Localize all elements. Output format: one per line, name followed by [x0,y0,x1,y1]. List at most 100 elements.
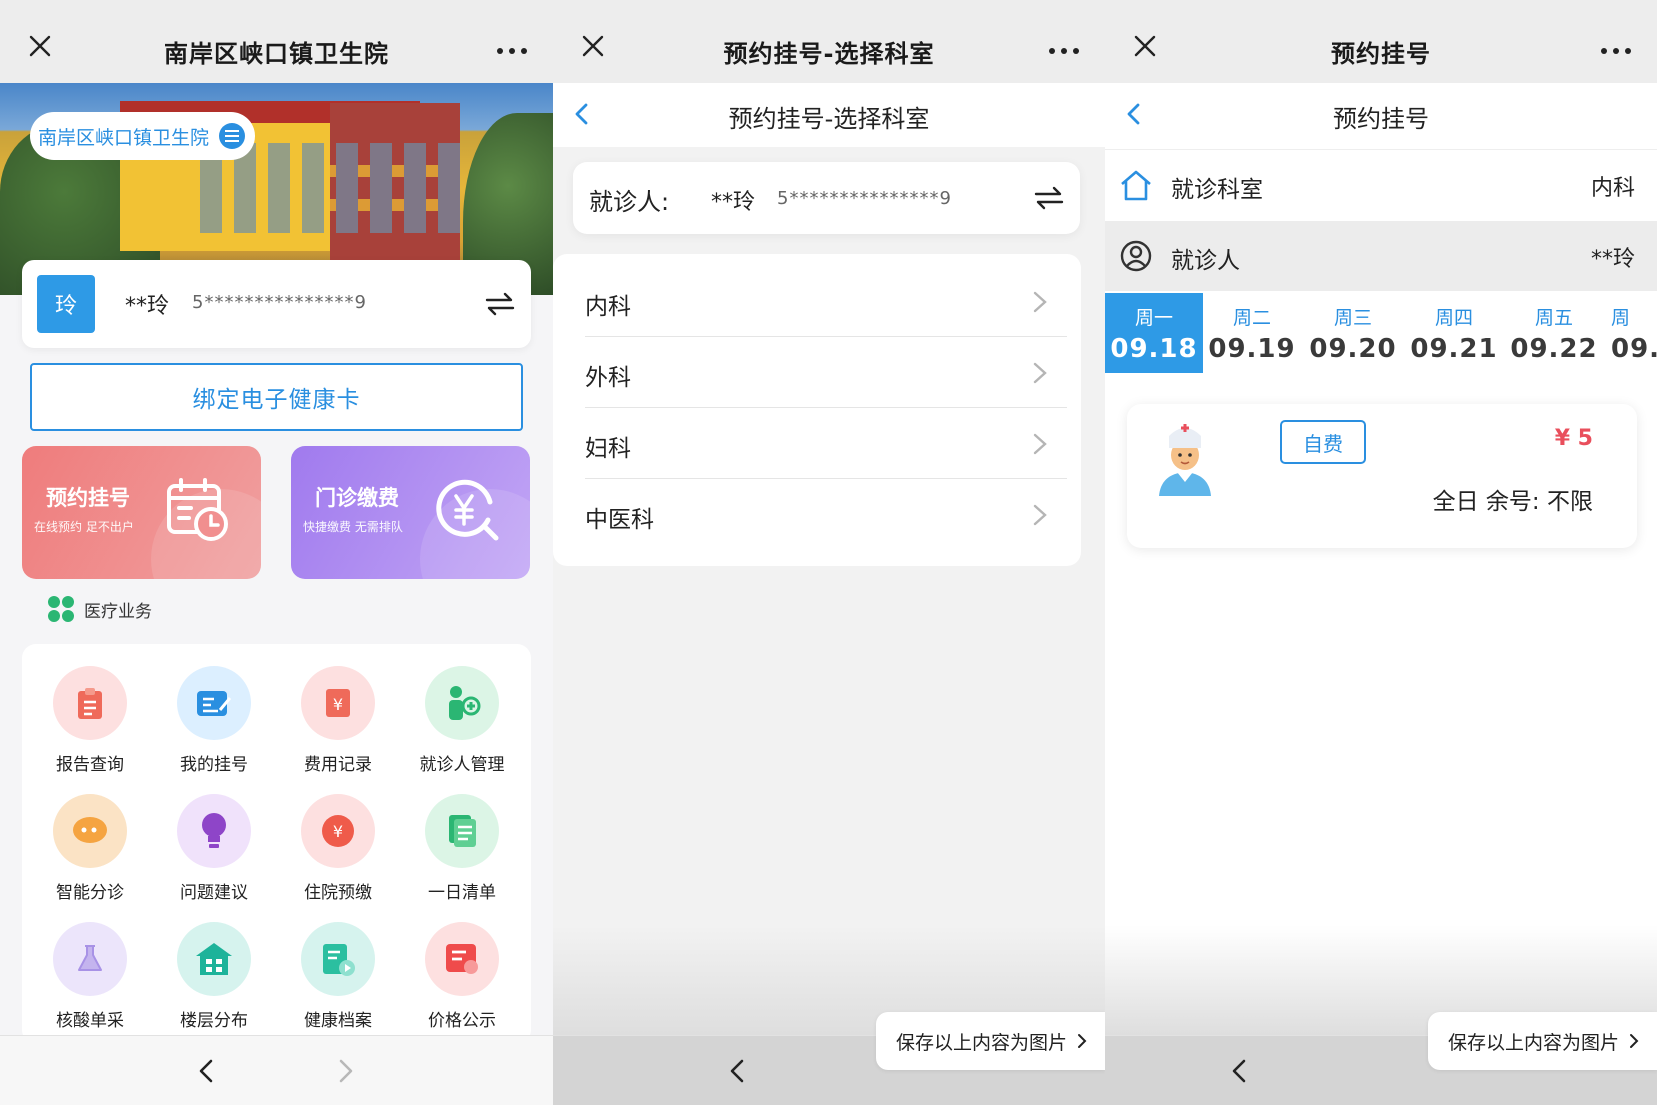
hospital-switch-badge[interactable]: 南岸区峡口镇卫生院 [30,112,256,160]
date-tab[interactable]: 周三 09.20 [1304,293,1402,373]
date-weekday: 周 [1611,307,1631,329]
patient-value: **玲 [1590,247,1635,272]
service-fee-record[interactable]: ¥ 费用记录 [276,666,400,775]
nav-back-icon[interactable] [725,1058,751,1084]
department-label: 就诊科室 [1171,177,1263,203]
service-report-query[interactable]: 报告查询 [28,666,152,775]
date-weekday: 周三 [1333,307,1372,329]
services-grid: 报告查询 我的挂号 ¥ 费用记录 就诊人管理 智能分诊 问题建议 ¥ 住院预缴 … [22,644,531,1044]
back-icon[interactable] [1121,101,1147,127]
service-suggestion[interactable]: 问题建议 [152,794,276,903]
department-label: 妇科 [585,436,631,462]
department-list: 内科 外科 妇科 中医科 [553,254,1081,566]
tile-subtitle: 在线预约 足不出户 [34,520,134,534]
appointment-panel: 预约挂号 预约挂号 就诊科室 内科 就诊人 **玲 周一 09.18 周二 09… [1105,0,1657,1105]
sub-header: 预约挂号 [1105,83,1657,147]
service-label: 核酸单采 [56,1011,124,1031]
department-label: 中医科 [585,507,654,533]
health-file-icon [301,922,375,996]
date-weekday: 周二 [1232,307,1271,329]
department-item[interactable]: 中医科 [585,479,1067,550]
service-health-file[interactable]: 健康档案 [276,922,400,1031]
date-tab[interactable]: 周一 09.18 [1105,293,1203,373]
date-tab[interactable]: 周五 09.22 [1505,293,1603,373]
department-value: 内科 [1590,176,1635,201]
lightbulb-icon [177,794,251,868]
service-my-registration[interactable]: 我的挂号 [152,666,276,775]
patient-label: 就诊人: [589,188,670,216]
self-pay-tag: 自费 [1280,420,1366,464]
date-tab[interactable]: 周二 09.19 [1203,293,1301,373]
tile-subtitle: 快捷缴费 无需排队 [303,520,403,534]
schedule-slot-card[interactable]: 自费 ¥ 5 全日 余号: 不限 [1127,404,1637,548]
clover-icon [48,596,74,622]
appointment-tile[interactable]: 预约挂号 在线预约 足不出户 [22,446,261,579]
date-day: 09.19 [1208,334,1296,364]
price-board-icon [425,922,499,996]
user-circle-icon [1120,240,1152,272]
close-icon[interactable] [581,34,605,58]
tile-title: 预约挂号 [46,486,130,510]
date-selector: 周一 09.18 周二 09.19 周三 09.20 周四 09.21 周五 0… [1105,293,1657,373]
service-label: 就诊人管理 [419,755,505,775]
switch-patient-icon[interactable] [1034,186,1064,210]
chevron-right-icon [1630,1034,1639,1048]
hospital-home-panel: 南岸区峡口镇卫生院 南岸区峡口镇卫生院 玲 **玲 5*************… [0,0,553,1105]
more-icon[interactable] [497,48,527,54]
service-floor-map[interactable]: 楼层分布 [152,922,276,1031]
document-list-icon [425,794,499,868]
price-label: ¥ 5 [1554,426,1593,451]
save-as-image-button[interactable]: 保存以上内容为图片 [1427,1012,1657,1070]
save-as-image-button[interactable]: 保存以上内容为图片 [875,1012,1105,1070]
date-day: 09.21 [1410,334,1498,364]
section-title: 医疗业务 [48,596,152,622]
nav-back-icon[interactable] [1227,1058,1253,1084]
outpatient-payment-tile[interactable]: 门诊缴费 快捷缴费 无需排队 [291,446,530,579]
service-patient-manage[interactable]: 就诊人管理 [400,666,524,775]
more-icon[interactable] [1601,48,1631,54]
title-bar: 预约挂号-选择科室 [553,0,1105,83]
bind-health-card-button[interactable]: 绑定电子健康卡 [30,363,523,431]
flask-icon [53,922,127,996]
home-icon [1121,170,1151,201]
date-tab[interactable]: 周四 09.21 [1405,293,1503,373]
sub-title: 预约挂号 [1333,105,1429,133]
department-label: 内科 [585,294,631,320]
list-icon [219,123,246,149]
service-label: 住院预缴 [304,883,372,903]
service-daily-list[interactable]: 一日清单 [400,794,524,903]
patient-manage-icon [425,666,499,740]
service-label: 一日清单 [428,883,496,903]
department-row: 就诊科室 内科 [1105,149,1657,219]
service-nucleic-acid[interactable]: 核酸单采 [28,922,152,1031]
chevron-right-icon [1033,504,1047,526]
patient-card[interactable]: 玲 **玲 5***************9 [22,260,531,348]
save-as-image-label: 保存以上内容为图片 [895,1031,1067,1054]
page-title: 预约挂号-选择科室 [723,40,935,68]
more-icon[interactable] [1049,48,1079,54]
department-item[interactable]: 外科 [585,337,1067,408]
fee-record-icon: ¥ [301,666,375,740]
yuan-refresh-icon [436,479,499,541]
service-inpatient-deposit[interactable]: ¥ 住院预缴 [276,794,400,903]
page-title: 南岸区峡口镇卫生院 [164,40,389,68]
nav-forward-icon[interactable] [332,1058,358,1084]
close-icon[interactable] [1133,34,1157,58]
sub-title: 预约挂号-选择科室 [728,105,930,133]
back-icon[interactable] [569,101,595,127]
switch-patient-icon[interactable] [485,292,515,316]
department-item[interactable]: 妇科 [585,408,1067,479]
sub-header: 预约挂号-选择科室 [553,83,1105,147]
department-item[interactable]: 内科 [585,266,1067,337]
patient-card[interactable]: 就诊人: **玲 5***************9 [573,162,1080,234]
date-weekday: 周五 [1534,307,1573,329]
date-tab[interactable]: 周 09. [1605,293,1657,373]
nav-back-icon[interactable] [194,1058,220,1084]
service-price-notice[interactable]: 价格公示 [400,922,524,1031]
chevron-right-icon [1033,433,1047,455]
close-icon[interactable] [28,34,52,58]
patient-name: **玲 [125,294,170,319]
yuan-coin-icon: ¥ [301,794,375,868]
date-day: 09.18 [1110,334,1198,364]
service-smart-triage[interactable]: 智能分诊 [28,794,152,903]
